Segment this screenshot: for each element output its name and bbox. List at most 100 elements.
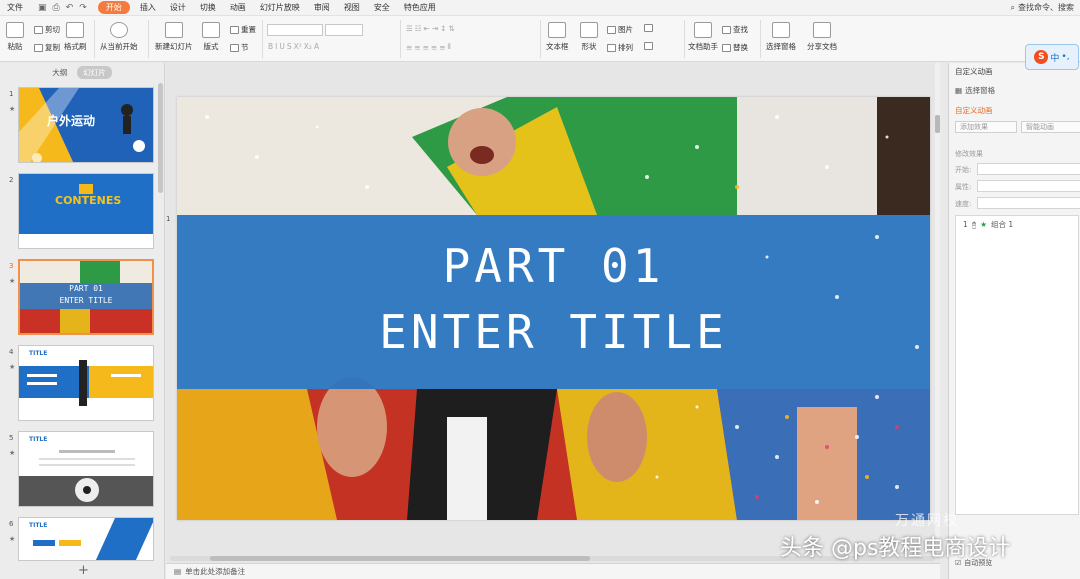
tab-animation[interactable]: 动画 (223, 2, 253, 13)
arrange-button[interactable]: 排列 (607, 42, 633, 53)
align-center-icon[interactable]: ≡ (414, 43, 420, 52)
redo-icon[interactable]: ↷ (79, 3, 87, 13)
align-left-icon[interactable]: ≡ (406, 43, 412, 52)
speed-select[interactable] (977, 197, 1080, 209)
font-format-buttons[interactable]: B I U S X² X₂ A (268, 42, 319, 51)
add-effect-button[interactable]: 添加效果 (955, 121, 1017, 133)
reset-button[interactable]: 重置 (230, 24, 256, 35)
punctuation-icon[interactable]: •, (1061, 52, 1069, 62)
slide-thumbnail-3[interactable]: PART 01 ENTER TITLE (18, 259, 154, 335)
animation-list-item[interactable]: 1 🖰 ★ 组合 1 (963, 219, 1013, 230)
layout-button[interactable]: 版式 (202, 22, 220, 52)
divider (94, 20, 95, 58)
fill-button[interactable] (644, 24, 653, 32)
current-slide[interactable]: PART 01 ENTER TITLE (177, 97, 930, 520)
textbox-button[interactable]: 文本框 (546, 22, 569, 52)
picture-button[interactable]: 图片 (607, 24, 633, 35)
quick-access-toolbar: ▣ ⎙ ↶ ↷ (30, 3, 95, 13)
share-doc-button[interactable]: 分享文档 (807, 22, 837, 52)
line-spacing-icon[interactable]: ↕ (440, 24, 446, 33)
replace-button[interactable]: 替换 (722, 42, 748, 53)
font-color-icon[interactable]: A (314, 42, 319, 51)
star-icon: ★ (9, 363, 16, 371)
play-from-current-button[interactable]: 从当前开始 (100, 22, 138, 52)
scroll-thumb[interactable] (210, 556, 590, 561)
scroll-thumb[interactable] (935, 115, 940, 133)
tab-design[interactable]: 设计 (163, 2, 193, 13)
tab-security[interactable]: 安全 (367, 2, 397, 13)
tab-view[interactable]: 视图 (337, 2, 367, 13)
paragraph-buttons-row2[interactable]: ≡ ≡ ≡ ≡ ≡ ⫴ (406, 42, 451, 52)
paragraph-buttons-row1[interactable]: ☰ ☷ ⇤ ⇥ ↕ ⇅ (406, 24, 455, 33)
font-size-select[interactable] (325, 24, 363, 36)
outdent-icon[interactable]: ⇤ (423, 24, 429, 33)
tab-slides[interactable]: 幻灯片 (77, 65, 112, 79)
text-direction-icon[interactable]: ⇅ (448, 24, 454, 33)
thumbnail-scrollbar[interactable] (158, 83, 163, 193)
notes-bar[interactable]: ▤ 单击此处添加备注 (166, 563, 940, 579)
notes-placeholder[interactable]: 单击此处添加备注 (185, 566, 245, 577)
tab-insert[interactable]: 插入 (133, 2, 163, 13)
tab-home[interactable]: 开始 (97, 1, 130, 14)
shape-button[interactable]: 形状 (580, 22, 598, 52)
animation-list[interactable] (955, 215, 1079, 515)
ime-mode-label[interactable]: 中 (1050, 51, 1059, 64)
tab-transition[interactable]: 切换 (193, 2, 223, 13)
underline-icon[interactable]: U (279, 42, 285, 51)
property-select[interactable] (977, 180, 1080, 192)
section-button[interactable]: 节 (230, 42, 249, 53)
strikethrough-icon[interactable]: S (287, 42, 292, 51)
tab-special[interactable]: 特色应用 (397, 2, 443, 13)
tab-outline[interactable]: 大纲 (52, 67, 67, 78)
outline-button[interactable] (644, 42, 653, 50)
tab-review[interactable]: 审阅 (307, 2, 337, 13)
paste-button[interactable]: 粘贴 (6, 22, 24, 52)
subscript-icon[interactable]: X₂ (304, 42, 312, 51)
canvas-vertical-scrollbar[interactable] (935, 63, 940, 553)
file-menu[interactable]: 文件 (0, 2, 30, 13)
distribute-icon[interactable]: ≡ (439, 43, 445, 52)
bold-icon[interactable]: B (268, 42, 273, 51)
undo-icon[interactable]: ↶ (66, 3, 74, 13)
justify-icon[interactable]: ≡ (431, 43, 437, 52)
align-right-icon[interactable]: ≡ (423, 43, 429, 52)
slide-title-line1[interactable]: PART 01 (177, 239, 930, 293)
cut-button[interactable]: 剪切 (34, 24, 60, 35)
doc-assistant-button[interactable]: 文档助手 (688, 22, 718, 52)
slide-thumbnail-2[interactable]: CONTENES (18, 173, 154, 249)
slide-thumbnail-4[interactable]: TITLE (18, 345, 154, 421)
ime-toolbar[interactable]: S 中 •, (1025, 44, 1079, 70)
add-slide-icon[interactable]: + (78, 563, 89, 578)
copy-button[interactable]: 复制 (34, 42, 60, 53)
indent-icon[interactable]: ⇥ (432, 24, 438, 33)
format-painter-button[interactable]: 格式刷 (64, 22, 87, 52)
slide-thumbnail-6[interactable]: TITLE (18, 517, 154, 561)
italic-icon[interactable]: I (275, 42, 277, 51)
new-slide-button[interactable]: 新建幻灯片 (155, 22, 193, 52)
copy-icon (34, 43, 43, 52)
slide-title-line2[interactable]: ENTER TITLE (177, 305, 930, 359)
superscript-icon[interactable]: X² (294, 42, 302, 51)
command-search[interactable]: ⌕ 查找命令、搜索 (1011, 2, 1080, 13)
smart-animation-button[interactable]: 智能动画 (1021, 121, 1080, 133)
select-pane-button[interactable]: 选择窗格 (766, 22, 796, 52)
save-icon[interactable]: ▣ (38, 3, 47, 13)
custom-animation-link[interactable]: 自定义动画 (955, 105, 993, 116)
bullet-list-icon[interactable]: ☰ (406, 24, 413, 33)
select-pane-link[interactable]: ▦ 选择窗格 (955, 85, 995, 96)
select-pane-icon (772, 22, 790, 38)
numbered-list-icon[interactable]: ☷ (415, 24, 422, 33)
font-family-select[interactable] (267, 24, 323, 36)
tab-slideshow[interactable]: 幻灯片放映 (253, 2, 307, 13)
print-icon[interactable]: ⎙ (53, 3, 60, 13)
mouse-icon: 🖰 (971, 219, 977, 229)
thumb-title: TITLE (29, 522, 48, 529)
slide-thumbnail-panel: 大纲 幻灯片 1 ★ 户外运动 2 CONTENES 3 ★ PART 01 E… (0, 63, 165, 579)
slide-thumbnail-1[interactable]: 户外运动 (18, 87, 154, 163)
start-select[interactable] (977, 163, 1080, 175)
slide-thumbnail-5[interactable]: TITLE (18, 431, 154, 507)
columns-icon[interactable]: ⫴ (447, 42, 450, 52)
new-slide-icon (164, 22, 183, 38)
thumb-title: 户外运动 (47, 114, 96, 128)
find-button[interactable]: 查找 (722, 24, 748, 35)
